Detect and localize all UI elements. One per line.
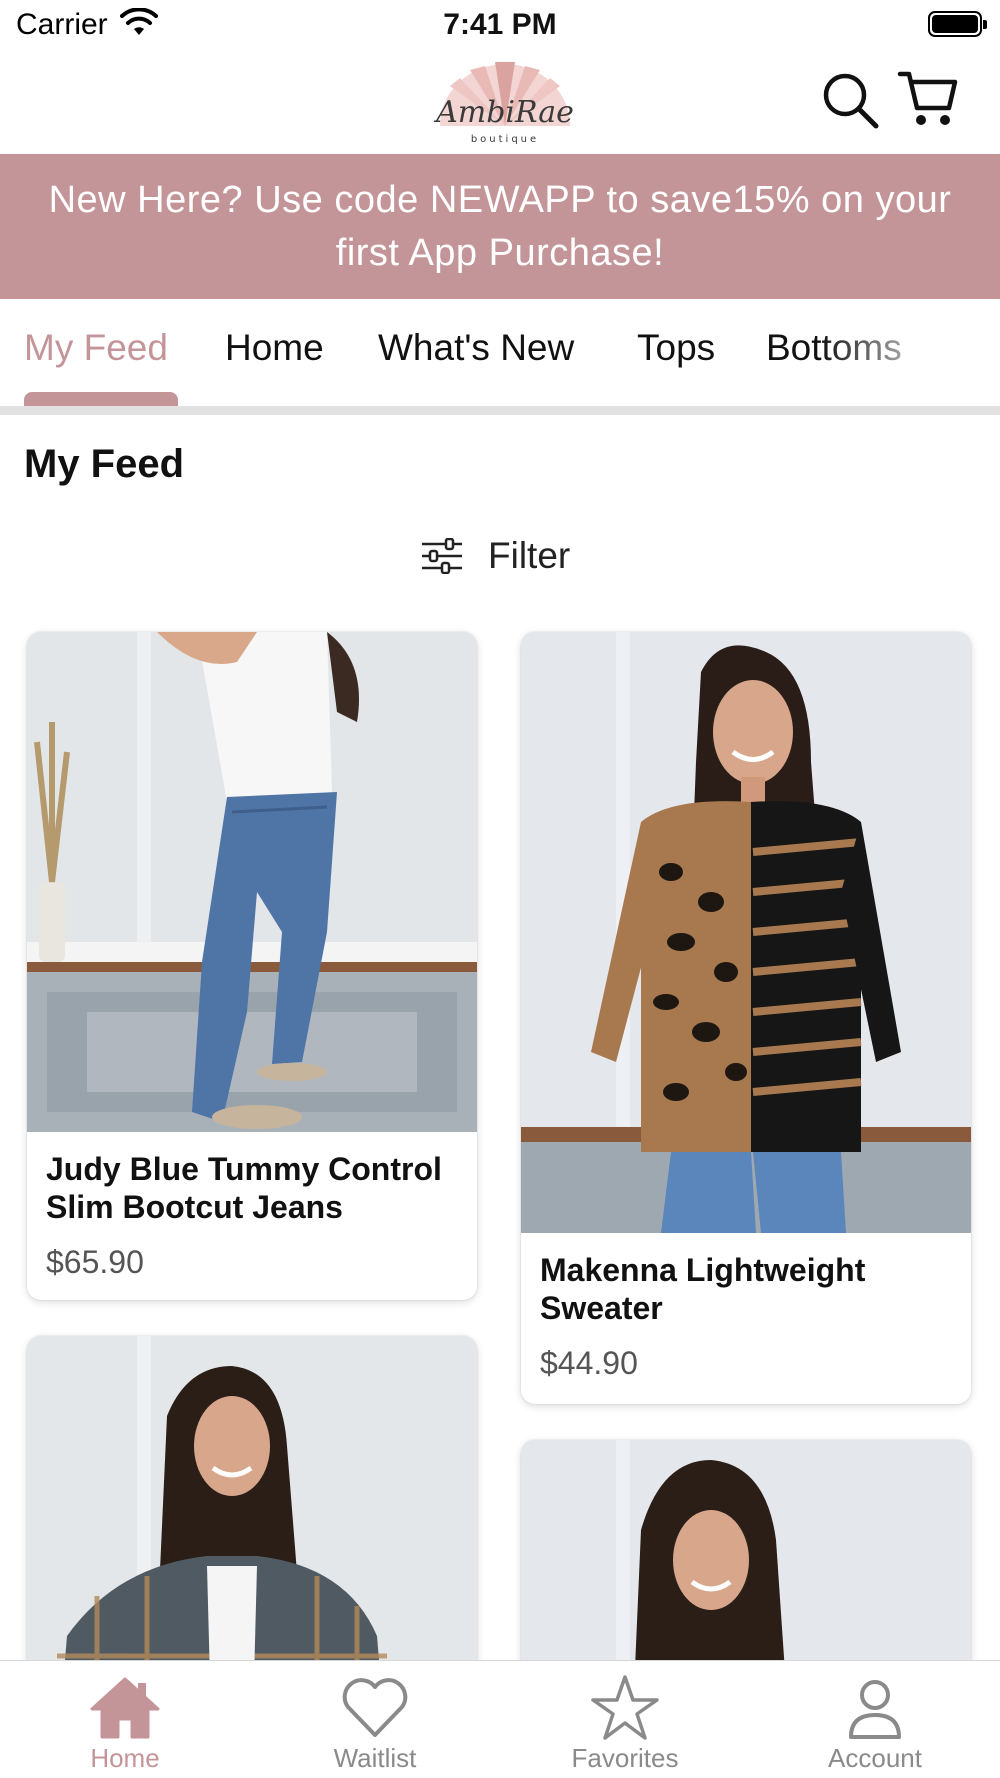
category-tabs: My Feed Home What's New Tops Bottoms [0, 299, 1000, 415]
person-icon [849, 1680, 901, 1739]
battery-icon [928, 11, 987, 37]
logo-subtext: boutique [471, 134, 539, 145]
product-name[interactable]: Judy Blue Tummy Control Slim Bootcut Jea… [46, 1150, 458, 1226]
status-time: 7:41 PM [443, 8, 557, 41]
product-image[interactable] [521, 632, 971, 1233]
tab-my-feed[interactable]: My Feed [24, 327, 168, 369]
nav-waitlist[interactable]: Waitlist [250, 1661, 500, 1778]
product-name[interactable]: Makenna Lightweight Sweater [540, 1251, 952, 1327]
product-image[interactable] [27, 632, 477, 1132]
promo-banner[interactable]: New Here? Use code NEWAPP to save15% on … [0, 154, 1000, 299]
nav-account-label: Account [828, 1743, 922, 1773]
page-title: My Feed [24, 442, 185, 486]
nav-home[interactable]: Home [0, 1661, 250, 1778]
promo-text: New Here? Use code NEWAPP to save15% on … [48, 178, 952, 274]
search-icon[interactable] [820, 70, 882, 132]
product-card[interactable]: Makenna Lightweight Sweater $44.90 [521, 632, 971, 1404]
product-card[interactable]: Judy Blue Tummy Control Slim Bootcut Jea… [27, 632, 477, 1300]
nav-favorites-label: Favorites [571, 1743, 679, 1773]
nav-waitlist-label: Waitlist [333, 1743, 417, 1773]
active-tab-indicator [24, 392, 178, 406]
filter-icon [422, 538, 462, 574]
product-price: $44.90 [540, 1345, 638, 1381]
nav-favorites[interactable]: Favorites [500, 1661, 750, 1778]
tab-whats-new[interactable]: What's New [378, 327, 574, 369]
heart-icon [342, 1678, 408, 1737]
star-icon [591, 1675, 659, 1740]
tab-tops[interactable]: Tops [637, 327, 715, 369]
filter-label: Filter [488, 535, 571, 576]
tab-home[interactable]: Home [225, 327, 324, 369]
product-price: $65.90 [46, 1244, 144, 1280]
nav-account[interactable]: Account [750, 1661, 1000, 1778]
brand-logo[interactable]: AmbiRae boutique [430, 56, 580, 148]
bottom-nav: Home Waitlist Favorites Account [0, 1660, 1000, 1778]
filter-button[interactable]: Filter [420, 535, 570, 577]
app-header: AmbiRae boutique [0, 52, 1000, 154]
tabs-divider [0, 406, 1000, 415]
status-bar: Carrier 7:41 PM [0, 0, 1000, 52]
tab-scroll-fade [820, 299, 1000, 399]
logo-wordmark: AmbiRae [433, 95, 574, 130]
cart-icon[interactable] [897, 68, 959, 130]
home-icon [90, 1677, 160, 1739]
nav-home-label: Home [90, 1743, 160, 1773]
